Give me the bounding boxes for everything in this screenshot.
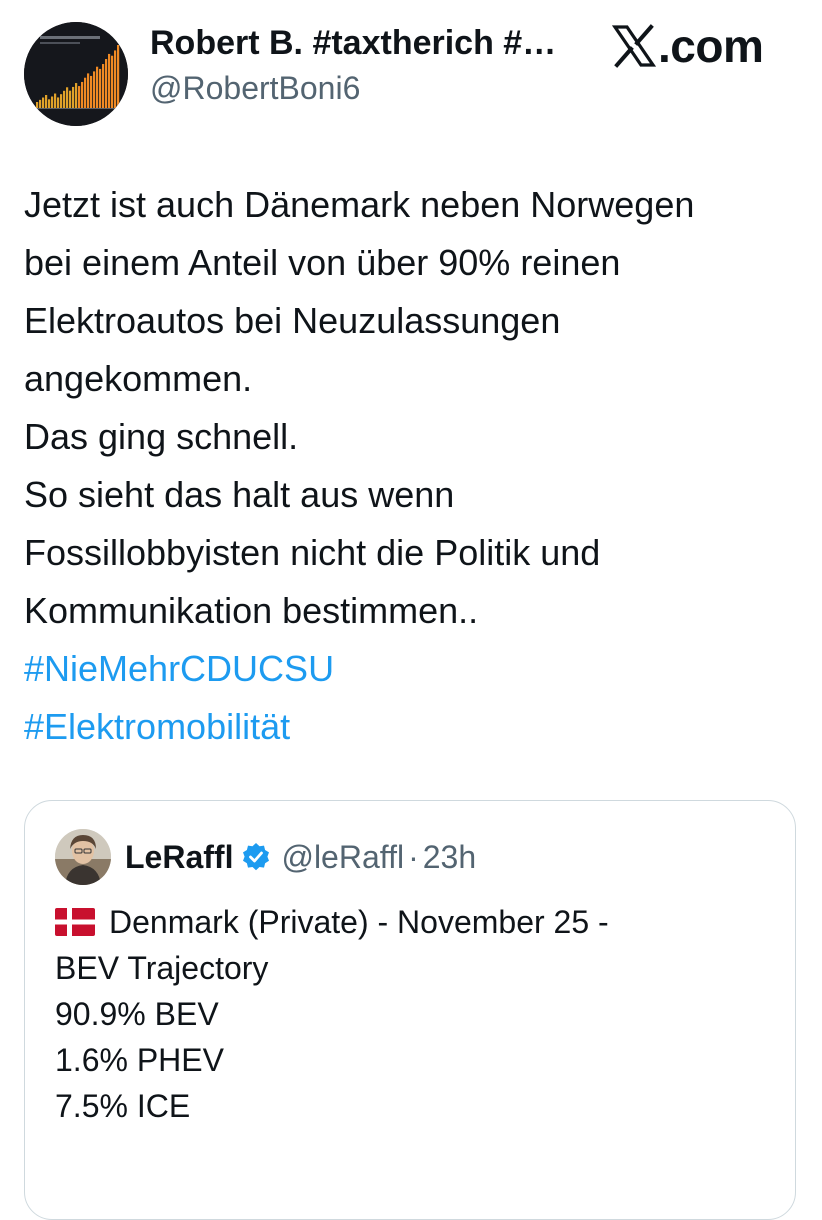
avatar-bar <box>39 99 42 108</box>
avatar-bar <box>117 45 120 108</box>
avatar-bar <box>66 87 69 108</box>
avatar-bar <box>96 66 99 108</box>
avatar-bar <box>84 77 87 108</box>
x-brand: .com <box>612 18 764 74</box>
hashtag-link[interactable]: #Elektromobilität <box>24 698 804 756</box>
avatar-bar <box>60 94 63 108</box>
post-body: Jetzt ist auch Dänemark neben Norwegen b… <box>24 176 804 756</box>
avatar-bar <box>105 59 108 108</box>
quoted-post-line: 90.9% BEV <box>55 996 219 1032</box>
post-body-line: bei einem Anteil von über 90% reinen <box>24 242 621 283</box>
avatar-bar <box>63 90 66 108</box>
avatar-bar <box>90 75 93 108</box>
avatar-bar <box>57 97 60 108</box>
denmark-flag-icon <box>55 908 95 936</box>
avatar-bar <box>108 53 111 108</box>
avatar-bar <box>48 99 51 108</box>
quoted-author-avatar[interactable] <box>55 829 111 885</box>
avatar-bar <box>87 73 90 108</box>
post-body-line: Kommunikation bestimmen.. <box>24 590 479 631</box>
avatar-bar <box>78 86 81 108</box>
avatar-bar <box>99 68 102 108</box>
avatar-bar <box>42 97 45 108</box>
quoted-post-text: Denmark (Private) - November 25 - <box>109 904 609 940</box>
avatar-bar <box>93 71 96 108</box>
person-photo-avatar <box>55 829 111 885</box>
quoted-post-line: BEV Trajectory <box>55 950 269 986</box>
quoted-post-line: 7.5% ICE <box>55 1088 191 1124</box>
quoted-author-name[interactable]: LeRaffl <box>125 839 233 876</box>
post-body-line: angekommen. <box>24 358 253 399</box>
avatar-bar <box>111 55 114 108</box>
avatar-bar <box>114 50 117 108</box>
avatar-bar <box>81 81 84 108</box>
post-body-line: Fossillobbyisten nicht die Politik und <box>24 532 601 573</box>
post-body-line: So sieht das halt aus wenn <box>24 474 455 515</box>
quoted-post-line: Denmark (Private) - November 25 - <box>55 899 775 945</box>
quoted-post-line: 1.6% PHEV <box>55 1042 224 1078</box>
hashtag-link[interactable]: #NieMehrCDUCSU <box>24 640 804 698</box>
quoted-post-body: Denmark (Private) - November 25 - BEV Tr… <box>55 899 775 1129</box>
author-handle[interactable]: @RobertBoni6 <box>150 68 360 108</box>
post-body-line: Elektroautos bei Neuzulassungen <box>24 300 561 341</box>
quoted-post-header: LeRaffl @leRaffl · 23h <box>55 829 476 885</box>
verified-badge-icon <box>243 843 270 871</box>
avatar-bar <box>102 64 105 108</box>
avatar-bar <box>54 93 57 108</box>
x-logo-icon <box>612 24 656 68</box>
avatar-bar <box>36 102 39 108</box>
quoted-post-timestamp[interactable]: 23h <box>423 839 476 876</box>
quoted-post-card[interactable]: LeRaffl @leRaffl · 23h Denmark (Private)… <box>24 800 796 1220</box>
avatar-bar <box>69 90 72 108</box>
avatar-bar <box>72 86 75 108</box>
post-avatar[interactable] <box>24 22 128 126</box>
post-body-line: Das ging schnell. <box>24 416 299 457</box>
separator-dot: · <box>408 838 419 875</box>
brand-domain-text: .com <box>658 20 764 72</box>
avatar-bar <box>75 83 78 108</box>
bar-chart-avatar-image <box>24 22 128 126</box>
quoted-author-handle[interactable]: @leRaffl <box>281 839 404 876</box>
avatar-bar <box>51 96 54 108</box>
post-body-line: Jetzt ist auch Dänemark neben Norwegen <box>24 184 695 225</box>
avatar-bar <box>45 95 48 108</box>
author-name[interactable]: Robert B. #taxtherich #… <box>150 22 556 64</box>
